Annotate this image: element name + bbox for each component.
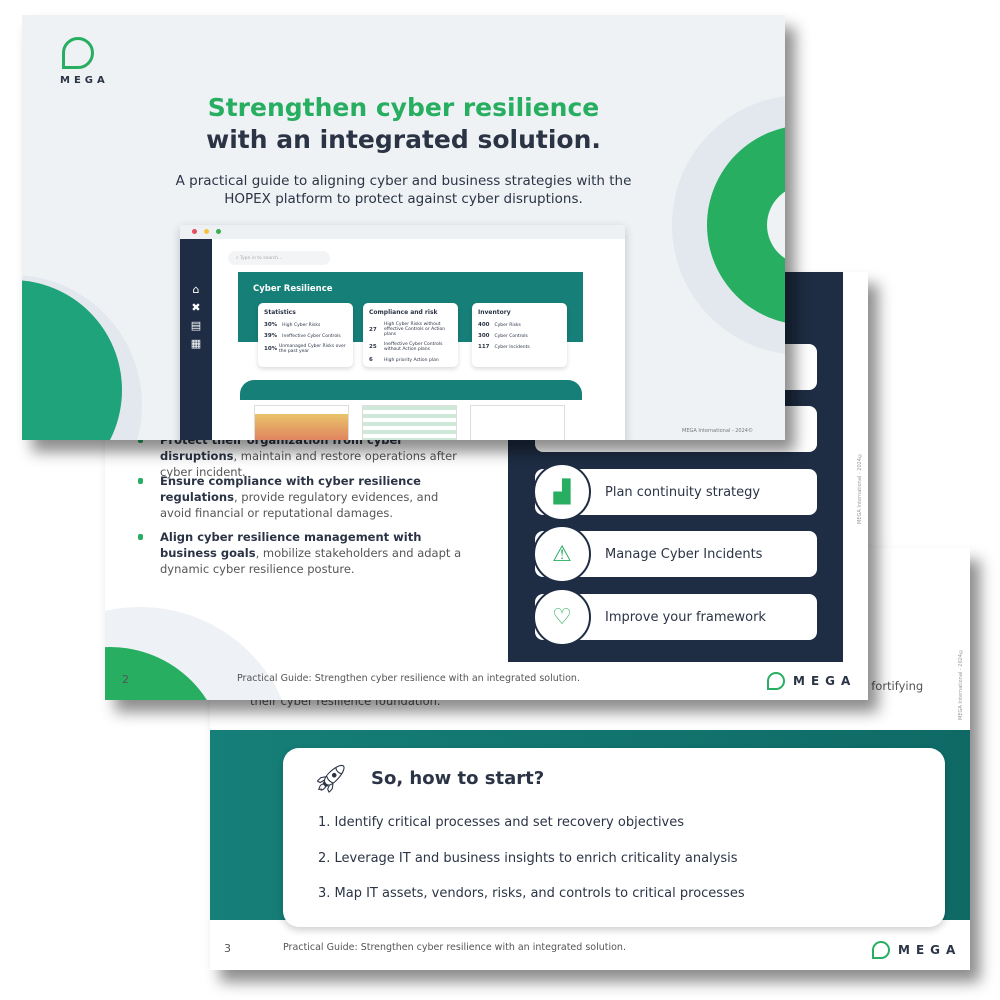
stat-card: Statistics 30% High Cyber Risks 39% Ineffe… — [258, 303, 353, 367]
page-number: 2 — [122, 673, 129, 686]
copyright: MEGA International - 2024© — [958, 648, 964, 720]
title-line-1: Strengthen cyber resilience — [207, 93, 600, 122]
logo-icon — [872, 941, 890, 959]
step-pill: ⚠︎ Manage Cyber Incidents — [533, 525, 817, 583]
footer-text: Practical Guide: Strengthen cyber resili… — [237, 673, 580, 684]
mega-logo: MEGA — [60, 75, 109, 86]
step-item: 1. Identify critical processes and set r… — [318, 815, 685, 830]
footer-text: Practical Guide: Strengthen cyber resili… — [283, 942, 626, 953]
maximize-dot — [216, 229, 221, 234]
report-icon[interactable]: ▤ — [180, 319, 212, 332]
copyright: MEGA International - 2024© — [857, 452, 863, 524]
step-item: 3. Map IT assets, vendors, risks, and co… — [318, 886, 745, 901]
app-sidebar: ⌂ ✖ ▤ ▦ — [180, 239, 212, 440]
step-pill: ▟ Plan continuity strategy — [533, 463, 817, 521]
slide-1: MEGA Strengthen cyber resilience with an… — [22, 15, 785, 440]
stat-card: Compliance and risk 27 High Cyber Risks w… — [363, 303, 458, 367]
heartbeat-icon: ♡ — [533, 588, 591, 646]
step-item: 2. Leverage IT and business insights to … — [318, 851, 738, 866]
stairs-icon: ▟ — [533, 463, 591, 521]
matrix-thumb — [362, 405, 457, 440]
copyright: MEGA International - 2024© — [682, 428, 753, 434]
warning-icon: ⚠︎ — [533, 525, 591, 583]
bullet-item: Align cyber resilience management with b… — [138, 529, 470, 577]
page-number: 3 — [224, 942, 231, 955]
window-titlebar — [180, 225, 625, 239]
decor-ring — [22, 280, 122, 440]
start-card: 🚀︎ So, how to start? 1. Identify critica… — [283, 748, 945, 927]
minimize-dot — [204, 229, 209, 234]
heatmap-thumb — [254, 405, 349, 440]
subtitle: A practical guide to aligning cyber and … — [175, 173, 632, 207]
search-input[interactable]: ⌕ Type in to search... — [228, 251, 330, 265]
mega-logo: MEGA — [872, 941, 961, 959]
grid-icon[interactable]: ▦ — [180, 337, 212, 350]
logo-icon — [62, 37, 94, 69]
section-band — [240, 380, 582, 400]
home-icon[interactable]: ⌂ — [180, 283, 212, 296]
graph-thumb — [470, 405, 565, 440]
mega-logo: MEGA — [767, 672, 856, 690]
banner-title: Cyber Resilience — [253, 284, 333, 294]
rocket-icon: 🚀︎ — [313, 762, 349, 795]
step-pill: ♡ Improve your framework — [533, 588, 817, 646]
bullet-item: Ensure compliance with cyber resilience … — [138, 473, 470, 521]
logo-icon — [767, 672, 785, 690]
close-dot — [192, 229, 197, 234]
title-line-2: with an integrated solution. — [206, 125, 601, 154]
card-title: So, how to start? — [371, 768, 545, 789]
tools-icon[interactable]: ✖ — [180, 301, 212, 314]
stat-card: Inventory 400 Cyber Risks 300 Cyber Contro… — [472, 303, 567, 367]
